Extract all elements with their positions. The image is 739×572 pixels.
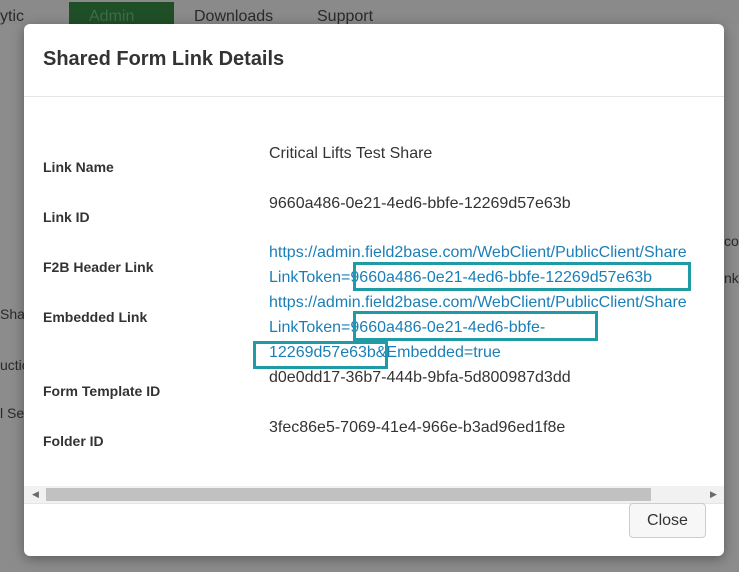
background-text-fragment: l Se xyxy=(0,405,25,421)
link-id-label: Link ID xyxy=(43,209,90,225)
form-template-id-value: d0e0dd17-36b7-444b-9bfa-5d800987d3dd xyxy=(269,369,571,386)
background-nav-bar: ytic Admin Downloads Support xyxy=(0,0,739,25)
shared-form-link-dialog: Shared Form Link Details Link Name Criti… xyxy=(24,24,724,556)
highlight-box xyxy=(353,262,691,291)
dialog-title: Shared Form Link Details xyxy=(43,48,285,70)
horizontal-scrollbar[interactable]: ◀ ▶ xyxy=(24,486,724,504)
dialog-header: Shared Form Link Details xyxy=(24,24,724,97)
scroll-left-arrow-icon[interactable]: ◀ xyxy=(27,486,44,503)
background-tab-analytics: ytic xyxy=(0,8,24,25)
scroll-right-arrow-icon[interactable]: ▶ xyxy=(705,486,722,503)
folder-id-label: Folder ID xyxy=(43,433,104,449)
dialog-body: Link Name Critical Lifts Test Share Link… xyxy=(24,98,724,486)
background-text-fragment: co xyxy=(724,233,739,249)
f2b-header-link-label: F2B Header Link xyxy=(43,259,154,275)
close-button[interactable]: Close xyxy=(629,503,706,538)
form-template-id-label: Form Template ID xyxy=(43,383,161,399)
background-tab-admin: Admin xyxy=(69,2,174,25)
link-name-value: Critical Lifts Test Share xyxy=(269,145,433,162)
scrollbar-thumb[interactable] xyxy=(46,488,651,501)
link-id-value: 9660a486-0e21-4ed6-bbfe-12269d57e63b xyxy=(269,195,571,212)
highlight-box xyxy=(353,311,598,341)
dialog-footer: Close xyxy=(24,503,724,556)
link-name-label: Link Name xyxy=(43,159,114,175)
folder-id-value: 3fec86e5-7069-41e4-966e-b3ad96ed1f8e xyxy=(269,419,566,436)
embedded-link-label: Embedded Link xyxy=(43,309,148,325)
background-text-fragment: Sha xyxy=(0,306,25,322)
background-text-fragment: nk xyxy=(724,270,739,286)
